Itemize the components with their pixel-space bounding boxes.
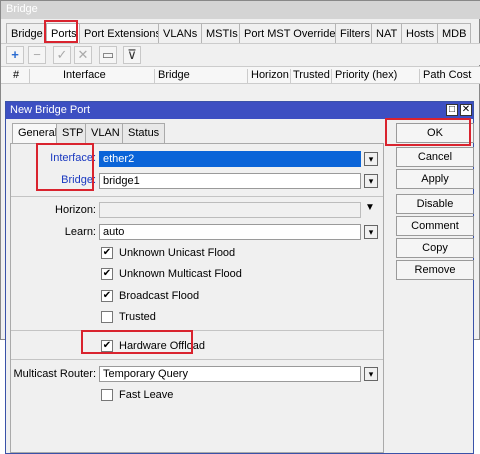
comment-icon[interactable]: ▭ <box>99 46 117 64</box>
tab-port-extensions[interactable]: Port Extensions <box>79 23 167 43</box>
col-number[interactable]: # <box>13 69 19 81</box>
maximize-icon[interactable]: □ <box>446 104 458 116</box>
unknown-multicast-flood-label: Unknown Multicast Flood <box>119 268 242 280</box>
table-header: # Interface Bridge Horizon Trusted Prior… <box>1 66 480 84</box>
learn-label: Learn: <box>64 226 96 238</box>
tab-hosts[interactable]: Hosts <box>401 23 440 43</box>
tab-vlan[interactable]: VLAN <box>85 123 126 143</box>
broadcast-flood-label: Broadcast Flood <box>119 290 200 302</box>
fast-leave-checkbox[interactable] <box>101 389 113 401</box>
trusted-label: Trusted <box>119 311 156 323</box>
col-priority[interactable]: Priority (hex) <box>335 69 397 81</box>
unknown-unicast-flood-checkbox[interactable]: ✔ <box>101 247 113 259</box>
col-interface[interactable]: Interface <box>63 69 106 81</box>
tab-bridge[interactable]: Bridge <box>6 23 48 43</box>
trusted-checkbox[interactable] <box>101 311 113 323</box>
divider <box>11 196 383 197</box>
tab-mdb[interactable]: MDB <box>437 23 472 43</box>
multicast-router-dropdown-icon[interactable]: ▾ <box>364 367 378 381</box>
remove-button[interactable]: Remove <box>396 260 474 280</box>
close-icon[interactable]: ✕ <box>460 104 472 116</box>
divider <box>11 330 383 331</box>
interface-bridge-highlight <box>36 143 94 191</box>
tab-filters[interactable]: Filters <box>335 23 375 43</box>
disable-button[interactable]: Disable <box>396 194 474 214</box>
remove-icon[interactable]: − <box>28 46 46 64</box>
multicast-router-label: Multicast Router: <box>13 368 96 380</box>
bridge-toolbar: + − ✓ ✕ ▭ ⊽ <box>1 43 480 65</box>
bridge-select[interactable]: bridge1 <box>99 173 361 189</box>
horizon-dropdown-icon[interactable]: ▼ <box>365 202 375 213</box>
disable-icon[interactable]: ✕ <box>74 46 92 64</box>
interface-dropdown-icon[interactable]: ▾ <box>364 152 378 166</box>
ports-tab-highlight <box>44 20 78 43</box>
unknown-unicast-flood-label: Unknown Unicast Flood <box>119 247 236 259</box>
col-path-cost[interactable]: Path Cost <box>423 69 471 81</box>
tab-nat[interactable]: NAT <box>371 23 403 43</box>
enable-icon[interactable]: ✓ <box>53 46 71 64</box>
dialog-title: New Bridge Port <box>10 104 91 116</box>
learn-select[interactable]: auto <box>99 224 361 240</box>
learn-dropdown-icon[interactable]: ▾ <box>364 225 378 239</box>
bridge-window-titlebar: Bridge <box>1 1 480 19</box>
col-trusted[interactable]: Trusted <box>293 69 330 81</box>
fast-leave-label: Fast Leave <box>119 389 174 401</box>
ok-button-highlight <box>385 118 471 146</box>
tab-status[interactable]: Status <box>122 123 166 143</box>
add-icon[interactable]: + <box>6 46 24 64</box>
tab-vlans[interactable]: VLANs <box>158 23 203 43</box>
unknown-multicast-flood-checkbox[interactable]: ✔ <box>101 268 113 280</box>
bridge-dropdown-icon[interactable]: ▾ <box>364 174 378 188</box>
apply-button[interactable]: Apply <box>396 169 474 189</box>
col-bridge[interactable]: Bridge <box>158 69 190 81</box>
interface-select[interactable]: ether2 <box>99 151 361 167</box>
tab-port-mst-overrides[interactable]: Port MST Overrides <box>239 23 346 43</box>
multicast-router-select[interactable]: Temporary Query <box>99 366 361 382</box>
filter-icon[interactable]: ⊽ <box>123 46 141 64</box>
comment-button[interactable]: Comment <box>396 216 474 236</box>
horizon-label: Horizon: <box>55 204 96 216</box>
copy-button[interactable]: Copy <box>396 238 474 258</box>
cancel-button[interactable]: Cancel <box>396 147 474 167</box>
divider <box>11 359 383 360</box>
col-horizon[interactable]: Horizon <box>251 69 289 81</box>
hardware-offload-highlight <box>81 330 193 354</box>
horizon-input[interactable] <box>99 202 361 218</box>
broadcast-flood-checkbox[interactable]: ✔ <box>101 290 113 302</box>
dialog-titlebar: New Bridge Port □ ✕ <box>6 102 473 119</box>
tab-mstis[interactable]: MSTIs <box>201 23 243 43</box>
bridge-window-title: Bridge <box>6 3 38 15</box>
